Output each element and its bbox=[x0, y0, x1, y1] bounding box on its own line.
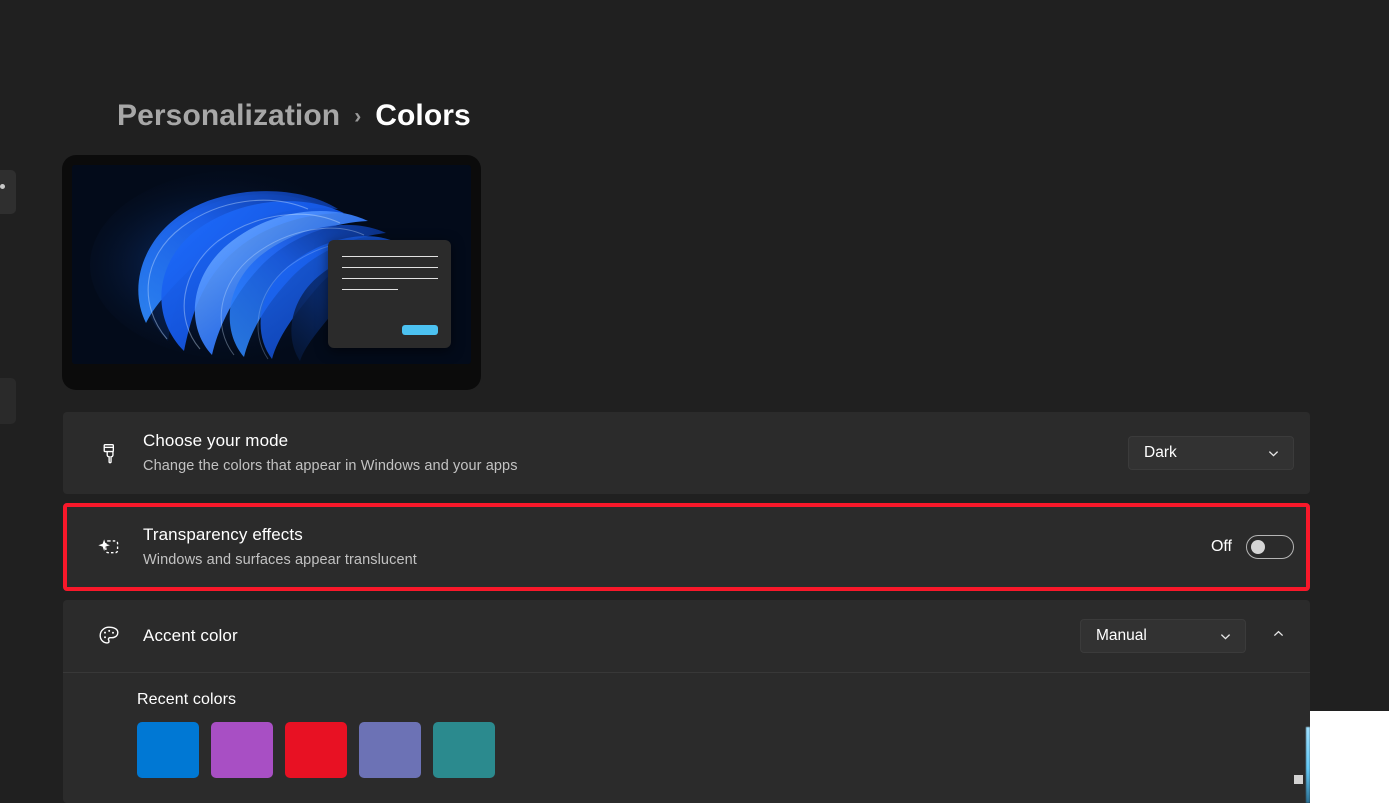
mock-text-line bbox=[342, 256, 438, 257]
color-swatch-blue[interactable] bbox=[137, 722, 199, 778]
sidebar-item-partial-top[interactable] bbox=[0, 170, 16, 214]
setting-row-transparency-effects[interactable]: Transparency effects Windows and surface… bbox=[63, 503, 1310, 591]
accent-expanded-content: Recent colors bbox=[63, 673, 1310, 803]
color-swatch-teal[interactable] bbox=[433, 722, 495, 778]
setting-title: Transparency effects bbox=[143, 524, 303, 544]
palette-icon bbox=[87, 624, 131, 648]
overlay-white-panel bbox=[1310, 711, 1389, 803]
preview-screen bbox=[72, 165, 471, 364]
accent-color-expander-button[interactable] bbox=[1262, 620, 1294, 652]
color-swatch-orchid[interactable] bbox=[211, 722, 273, 778]
setting-text-block: Accent color bbox=[143, 625, 1080, 648]
color-swatch-red[interactable] bbox=[285, 722, 347, 778]
chevron-up-icon bbox=[1271, 626, 1286, 646]
paintbrush-icon bbox=[87, 442, 131, 465]
mode-dropdown-value: Dark bbox=[1144, 444, 1177, 461]
page-title: Colors bbox=[375, 99, 471, 132]
setting-row-choose-your-mode[interactable]: Choose your mode Change the colors that … bbox=[63, 412, 1310, 494]
mock-accent-button bbox=[402, 325, 438, 335]
desktop-preview bbox=[62, 155, 481, 390]
sidebar-item-partial-bottom[interactable] bbox=[0, 378, 16, 424]
mock-text-line bbox=[342, 289, 398, 290]
recent-colors-swatch-list bbox=[137, 722, 1286, 778]
setting-controls: Dark bbox=[1128, 436, 1294, 470]
chevron-down-icon bbox=[1266, 446, 1281, 461]
chevron-down-icon bbox=[1218, 629, 1233, 644]
setting-controls: Manual bbox=[1080, 619, 1294, 653]
mock-text-line bbox=[342, 267, 438, 268]
overlay-panel-marker bbox=[1294, 775, 1303, 784]
setting-subtitle: Windows and surfaces appear translucent bbox=[143, 551, 417, 568]
mock-text-line bbox=[342, 278, 438, 279]
setting-controls: Off bbox=[1211, 535, 1294, 559]
sparkle-square-icon bbox=[87, 535, 131, 560]
transparency-effects-toggle[interactable] bbox=[1246, 535, 1294, 559]
setting-title: Choose your mode bbox=[143, 430, 289, 450]
mode-dropdown[interactable]: Dark bbox=[1128, 436, 1294, 470]
setting-title: Accent color bbox=[143, 625, 238, 645]
color-swatch-periwinkle[interactable] bbox=[359, 722, 421, 778]
setting-row-accent-color[interactable]: Accent color Manual Recent colors bbox=[63, 600, 1310, 803]
preview-mock-window bbox=[328, 240, 451, 348]
breadcrumb: Personalization › Colors bbox=[117, 101, 471, 131]
setting-text-block: Choose your mode Change the colors that … bbox=[143, 430, 1128, 476]
toggle-knob bbox=[1251, 540, 1265, 554]
transparency-toggle-group[interactable]: Off bbox=[1211, 535, 1294, 559]
chevron-right-icon: › bbox=[354, 104, 362, 128]
setting-text-block: Transparency effects Windows and surface… bbox=[143, 524, 1211, 570]
breadcrumb-parent-link[interactable]: Personalization bbox=[117, 101, 340, 131]
recent-colors-label: Recent colors bbox=[137, 691, 237, 708]
toggle-state-label: Off bbox=[1210, 538, 1232, 555]
accent-mode-dropdown[interactable]: Manual bbox=[1080, 619, 1246, 653]
setting-subtitle: Change the colors that appear in Windows… bbox=[143, 457, 518, 474]
settings-colors-page: Personalization › Colors Choose your mod… bbox=[0, 0, 1389, 803]
accent-mode-dropdown-value: Manual bbox=[1096, 627, 1147, 644]
